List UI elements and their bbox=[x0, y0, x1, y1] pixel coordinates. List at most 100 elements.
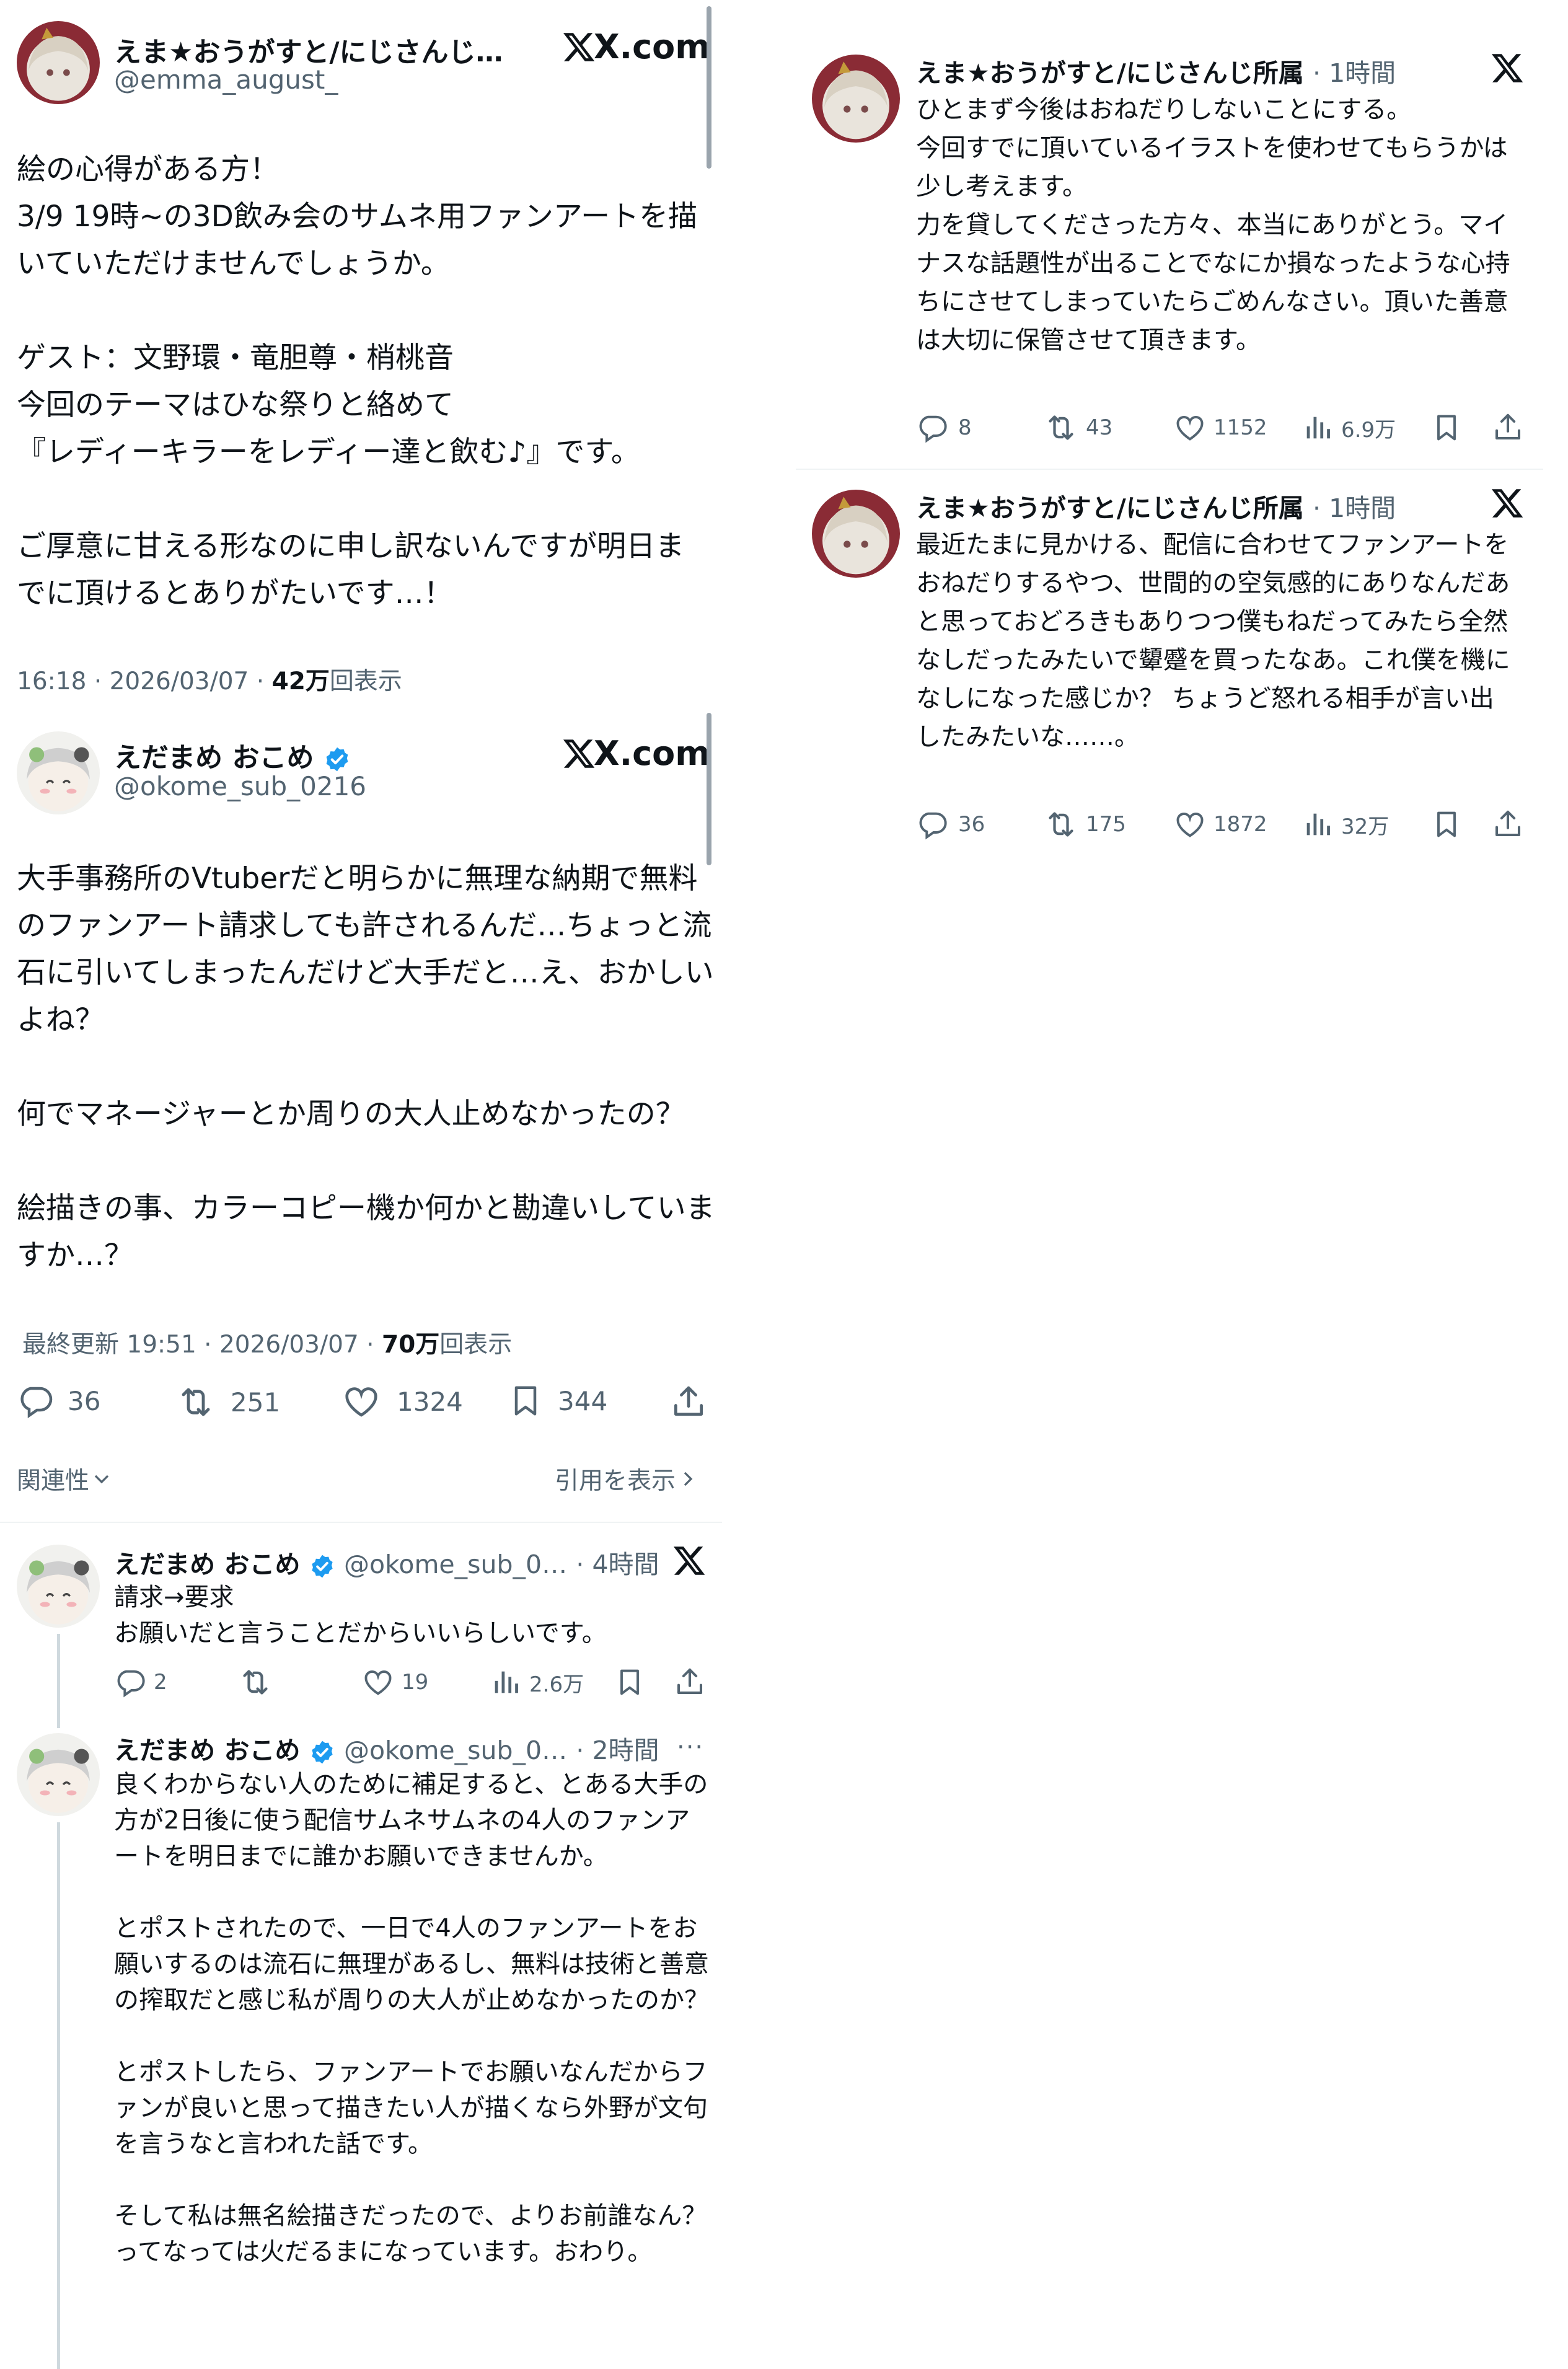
okome-avatar-icon bbox=[17, 1733, 100, 1816]
x-com-brand: X.com bbox=[562, 27, 710, 66]
emma-avatar-icon bbox=[812, 55, 900, 143]
share-icon[interactable] bbox=[673, 1665, 707, 1698]
like-button[interactable]: 1152 bbox=[1174, 412, 1267, 444]
repost-button[interactable]: 251 bbox=[176, 1382, 280, 1422]
okome-avatar-icon bbox=[17, 1545, 100, 1628]
post-time: · 1時間 bbox=[1313, 58, 1396, 88]
repost-count: 251 bbox=[231, 1387, 281, 1418]
repost-button[interactable] bbox=[238, 1665, 280, 1700]
display-name-label[interactable]: えだまめ おこめ bbox=[114, 1550, 300, 1579]
divider bbox=[796, 469, 1543, 470]
views-button[interactable]: 2.6万 bbox=[490, 1666, 584, 1698]
like-icon bbox=[362, 1666, 394, 1698]
brand-label: X.com bbox=[594, 27, 710, 66]
reply-icon bbox=[916, 412, 948, 444]
like-count: 1324 bbox=[397, 1386, 463, 1417]
share-icon[interactable] bbox=[1491, 807, 1525, 840]
avatar[interactable] bbox=[17, 21, 100, 104]
bookmark-icon[interactable] bbox=[614, 1666, 646, 1698]
avatar[interactable] bbox=[17, 731, 100, 814]
views-count: 2.6万 bbox=[529, 1672, 584, 1697]
post-text: 大手事務所のVtuberだと明らかに無理な納期で無料のファンアート請求しても許さ… bbox=[17, 862, 715, 1273]
avatar[interactable] bbox=[812, 490, 900, 578]
post-meta: 16:18 · 2026/03/07 · 42万回表示 bbox=[17, 662, 402, 697]
views-count: 6.9万 bbox=[1341, 417, 1396, 443]
repost-icon bbox=[176, 1382, 216, 1422]
timestamp: 16:18 · 2026/03/07 · bbox=[17, 668, 272, 695]
user-handle[interactable]: @okome_sub_0216 bbox=[114, 771, 366, 801]
bookmark-icon bbox=[507, 1382, 544, 1419]
timestamp: 最終更新 19:51 · 2026/03/07 · bbox=[22, 1331, 382, 1359]
scrollbar[interactable] bbox=[707, 713, 711, 865]
x-logo-icon bbox=[1490, 486, 1525, 521]
display-name[interactable]: えま★おうがすと/にじさんじ… bbox=[114, 30, 511, 69]
scrollbar[interactable] bbox=[707, 6, 711, 169]
bookmark-icon[interactable] bbox=[1430, 412, 1463, 444]
repost-icon bbox=[1044, 807, 1078, 842]
repost-button[interactable]: 43 bbox=[1044, 410, 1112, 445]
thread-line bbox=[57, 1822, 60, 2369]
brand-label: X.com bbox=[594, 734, 710, 773]
chevron-right-icon bbox=[684, 1471, 693, 1486]
okome-avatar-icon bbox=[17, 731, 100, 814]
verified-badge-icon bbox=[309, 1739, 335, 1765]
like-count: 1152 bbox=[1213, 415, 1267, 440]
bookmark-count: 344 bbox=[558, 1385, 608, 1416]
view-quotes-link[interactable]: 引用を表示 bbox=[555, 1462, 700, 1496]
reply-header: えま★おうがすと/にじさんじ所属 · 1時間 bbox=[916, 487, 1474, 524]
like-button[interactable]: 19 bbox=[362, 1666, 428, 1698]
post-text: 絵の心得がある方！ 3/9 19時~の3D飲み会のサムネ用ファンアートを描いてい… bbox=[17, 152, 698, 611]
reply-icon bbox=[916, 808, 948, 840]
divider bbox=[0, 1522, 722, 1523]
views-button[interactable]: 6.9万 bbox=[1302, 412, 1396, 444]
like-button[interactable]: 1872 bbox=[1174, 808, 1267, 840]
like-button[interactable]: 1324 bbox=[342, 1382, 463, 1421]
more-icon[interactable]: ··· bbox=[677, 1733, 704, 1762]
x-logo-icon bbox=[562, 30, 596, 64]
sort-dropdown[interactable]: 関連性 bbox=[17, 1462, 114, 1496]
display-name-label[interactable]: えま★おうがすと/にじさんじ所属 bbox=[916, 58, 1304, 88]
views-suffix: 回表示 bbox=[329, 668, 402, 695]
reply-count: 36 bbox=[958, 812, 985, 837]
share-icon bbox=[669, 1382, 708, 1421]
display-name-label[interactable]: えま★おうがすと/にじさんじ所属 bbox=[916, 493, 1304, 523]
repost-count: 175 bbox=[1086, 812, 1126, 837]
views-suffix: 回表示 bbox=[439, 1331, 513, 1359]
user-handle[interactable]: @okome_sub_0… bbox=[344, 1550, 567, 1579]
reply-button[interactable]: 36 bbox=[916, 808, 985, 840]
reply-time: · 4時間 bbox=[576, 1550, 659, 1579]
post-time: · 1時間 bbox=[1313, 493, 1396, 523]
reply-header: えだまめ おこめ @okome_sub_0… · 2時間 bbox=[114, 1729, 672, 1767]
repost-button[interactable]: 175 bbox=[1044, 807, 1126, 842]
repost-icon bbox=[1044, 410, 1078, 445]
reply-count: 36 bbox=[68, 1385, 101, 1416]
bookmark-icon[interactable] bbox=[1430, 808, 1463, 840]
share-icon[interactable] bbox=[1491, 410, 1525, 444]
user-handle[interactable]: @okome_sub_0… bbox=[344, 1736, 567, 1765]
chevron-down-icon bbox=[94, 1475, 109, 1484]
reply-header: えだまめ おこめ @okome_sub_0… · 4時間 bbox=[114, 1543, 672, 1581]
views-icon bbox=[1302, 808, 1334, 840]
reply-button[interactable]: 2 bbox=[114, 1666, 167, 1698]
avatar[interactable] bbox=[812, 55, 900, 143]
repost-icon bbox=[238, 1665, 273, 1700]
display-name-label[interactable]: えだまめ おこめ bbox=[114, 1736, 300, 1765]
reply-icon bbox=[17, 1382, 54, 1419]
avatar[interactable] bbox=[17, 1733, 100, 1816]
sort-label: 関連性 bbox=[17, 1467, 90, 1495]
share-button[interactable] bbox=[669, 1382, 708, 1421]
avatar[interactable] bbox=[17, 1545, 100, 1628]
reply-button[interactable]: 36 bbox=[17, 1382, 100, 1419]
reply-button[interactable]: 8 bbox=[916, 412, 972, 444]
post-text: ひとまず今後はおねだりしないことにする。 今回すでに頂いているイラストを使わせて… bbox=[916, 95, 1510, 355]
x-logo-icon bbox=[562, 736, 596, 771]
bookmark-button[interactable]: 344 bbox=[507, 1382, 607, 1419]
views-icon bbox=[490, 1666, 522, 1698]
user-handle[interactable]: @emma_august_ bbox=[114, 64, 338, 95]
display-name[interactable]: えだまめ おこめ bbox=[114, 735, 351, 775]
like-icon bbox=[342, 1382, 381, 1421]
views-button[interactable]: 32万 bbox=[1302, 808, 1389, 840]
thread-line bbox=[57, 1634, 60, 1728]
x-logo-icon bbox=[1490, 51, 1525, 86]
like-icon bbox=[1174, 412, 1206, 444]
